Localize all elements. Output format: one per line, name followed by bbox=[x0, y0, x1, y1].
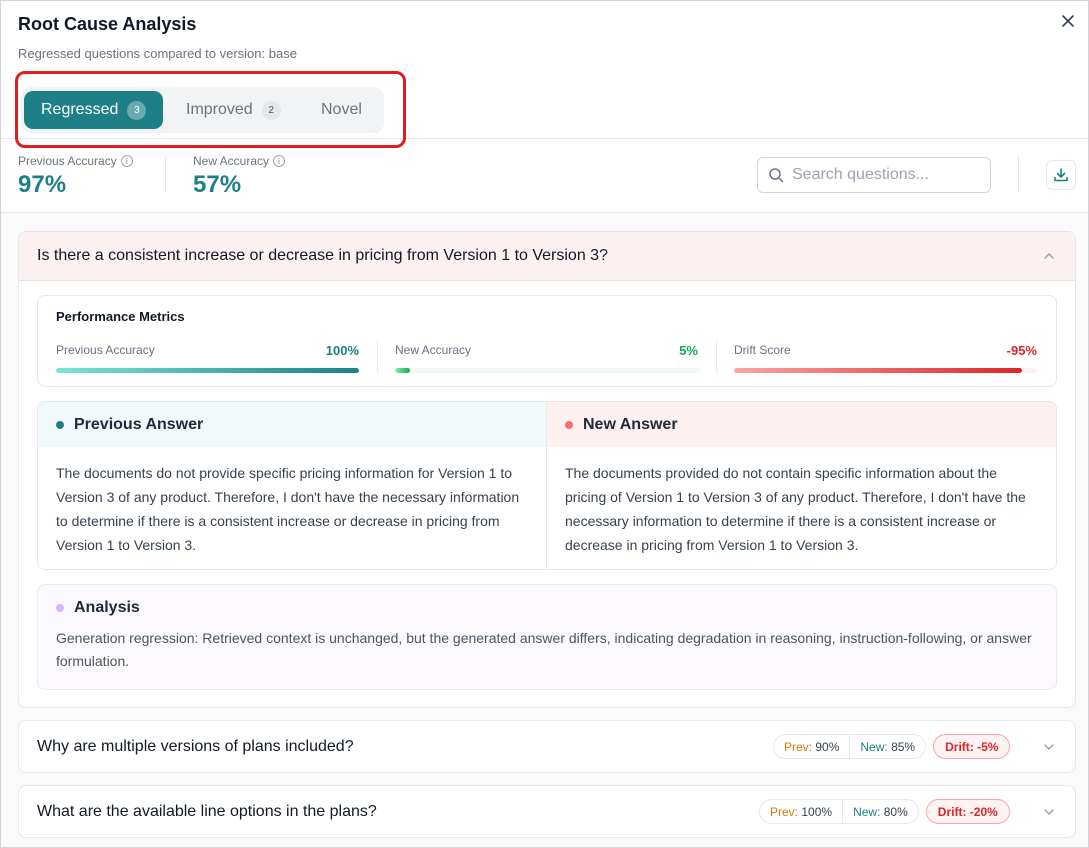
metric-bar bbox=[395, 368, 698, 373]
prev-badge-label: Prev: bbox=[770, 804, 799, 819]
metric-value: 5% bbox=[679, 343, 698, 358]
search-box bbox=[757, 157, 991, 193]
info-icon[interactable]: i bbox=[273, 155, 286, 167]
download-icon bbox=[1054, 168, 1068, 182]
question-badges: Prev: 90% New: 85% Drift: -5% bbox=[773, 734, 1011, 759]
purple-dot-icon bbox=[56, 604, 64, 612]
metric-bar bbox=[734, 368, 1037, 373]
new-answer-panel: New Answer The documents provided do not… bbox=[547, 402, 1056, 569]
prev-badge-value: 100% bbox=[801, 804, 833, 819]
teal-dot-icon bbox=[56, 420, 64, 429]
tabs-highlight-box bbox=[15, 71, 406, 148]
question-card[interactable]: What are the available line options in t… bbox=[18, 785, 1076, 838]
metric-label: Previous Accuracy bbox=[56, 343, 155, 357]
previous-answer-text: The documents do not provide specific pr… bbox=[56, 465, 520, 553]
new-answer-header: New Answer bbox=[547, 402, 1056, 447]
new-accuracy-label: New Accuracy bbox=[193, 154, 270, 168]
previous-accuracy-stat: Previous Accuracy i 97% bbox=[18, 154, 133, 199]
close-button[interactable] bbox=[1058, 11, 1078, 31]
info-icon[interactable]: i bbox=[120, 155, 133, 167]
question-list: Is there a consistent increase or decrea… bbox=[1, 213, 1088, 847]
question-header[interactable]: Is there a consistent increase or decrea… bbox=[19, 232, 1075, 281]
answers-comparison: Previous Answer The documents do not pro… bbox=[37, 401, 1057, 570]
metric-value: -95% bbox=[1006, 343, 1037, 358]
metric-value: 100% bbox=[325, 343, 359, 358]
metric-bar-fill bbox=[734, 368, 1022, 373]
metric-bar-fill bbox=[395, 368, 411, 373]
previous-answer-title: Previous Answer bbox=[74, 415, 204, 433]
metric-divider bbox=[377, 341, 378, 373]
chevron-down-icon bbox=[1044, 743, 1054, 750]
modal-subtitle: Regressed questions compared to version:… bbox=[18, 46, 297, 61]
drift-badge: Drift: -5% bbox=[933, 734, 1011, 759]
new-badge: New: 80% bbox=[843, 800, 918, 823]
analysis-header: Analysis bbox=[56, 599, 140, 617]
performance-metrics-title: Performance Metrics bbox=[56, 309, 185, 324]
analysis-text: Generation regression: Retrieved context… bbox=[56, 630, 1032, 669]
download-button[interactable] bbox=[1046, 160, 1076, 190]
metric-row: Drift Score -95% bbox=[734, 343, 1037, 358]
prev-badge: Prev: 100% bbox=[760, 800, 844, 823]
metric-bar-fill bbox=[56, 368, 359, 373]
metric-new-accuracy: New Accuracy 5% bbox=[395, 343, 698, 373]
prev-new-badge: Prev: 90% New: 85% bbox=[773, 734, 927, 759]
new-accuracy-value: 57% bbox=[193, 171, 242, 198]
previous-accuracy-value: 97% bbox=[18, 171, 67, 198]
search-input[interactable] bbox=[792, 166, 972, 184]
new-badge-value: 80% bbox=[883, 804, 908, 819]
new-accuracy-stat: New Accuracy i 57% bbox=[193, 154, 286, 199]
prev-badge-value: 90% bbox=[815, 739, 840, 754]
chevron-up-icon bbox=[1044, 253, 1054, 259]
toolbar-divider bbox=[1018, 156, 1019, 192]
root-cause-analysis-modal: Root Cause Analysis Regressed questions … bbox=[0, 0, 1089, 848]
accuracy-stats-bar: Previous Accuracy i 97% New Accuracy i 5… bbox=[1, 139, 1088, 213]
prev-badge: Prev: 90% bbox=[774, 735, 851, 758]
modal-header: Root Cause Analysis Regressed questions … bbox=[1, 1, 1088, 148]
question-text: Why are multiple versions of plans inclu… bbox=[37, 737, 354, 755]
close-icon bbox=[1062, 15, 1074, 27]
metric-bar bbox=[56, 368, 359, 373]
search-icon bbox=[769, 168, 784, 183]
question-badges: Prev: 100% New: 80% Drift: -20% bbox=[759, 799, 1010, 824]
prev-new-badge: Prev: 100% New: 80% bbox=[759, 799, 919, 824]
new-accuracy-label-row: New Accuracy i bbox=[193, 154, 286, 168]
previous-accuracy-label: Previous Accuracy bbox=[18, 154, 117, 168]
metric-row: Previous Accuracy 100% bbox=[56, 343, 359, 358]
new-answer-title: New Answer bbox=[583, 415, 678, 433]
previous-accuracy-label-row: Previous Accuracy i bbox=[18, 154, 133, 168]
red-dot-icon bbox=[565, 420, 573, 429]
drift-badge-label: Drift: bbox=[937, 804, 967, 819]
analysis-panel: Analysis Generation regression: Retrieve… bbox=[37, 584, 1057, 690]
previous-answer-header: Previous Answer bbox=[38, 402, 546, 447]
metric-row: New Accuracy 5% bbox=[395, 343, 698, 358]
chevron-down-icon bbox=[1044, 808, 1054, 815]
previous-answer-panel: Previous Answer The documents do not pro… bbox=[38, 402, 547, 569]
new-answer-text: The documents provided do not contain sp… bbox=[565, 465, 1026, 553]
new-badge-value: 85% bbox=[891, 739, 916, 754]
new-badge-label: New: bbox=[860, 739, 888, 754]
metric-divider bbox=[716, 341, 717, 373]
stat-divider bbox=[165, 156, 166, 192]
new-badge-label: New: bbox=[853, 804, 881, 819]
performance-metrics-panel: Performance Metrics Previous Accuracy 10… bbox=[37, 295, 1057, 387]
prev-badge-label: Prev: bbox=[784, 739, 813, 754]
drift-badge-label: Drift: bbox=[945, 739, 974, 754]
metric-label: New Accuracy bbox=[395, 343, 472, 357]
drift-badge: Drift: -20% bbox=[925, 799, 1010, 824]
question-text: Is there a consistent increase or decrea… bbox=[37, 247, 608, 264]
drift-badge-value: -5% bbox=[977, 739, 999, 754]
modal-title: Root Cause Analysis bbox=[18, 14, 197, 34]
question-card-expanded: Is there a consistent increase or decrea… bbox=[18, 231, 1076, 708]
question-card[interactable]: Why are multiple versions of plans inclu… bbox=[18, 720, 1076, 773]
metric-drift-score: Drift Score -95% bbox=[734, 343, 1037, 373]
drift-badge-value: -20% bbox=[969, 804, 998, 819]
analysis-title: Analysis bbox=[74, 599, 140, 616]
metric-label: Drift Score bbox=[734, 343, 791, 357]
new-badge: New: 85% bbox=[850, 735, 925, 758]
metric-previous-accuracy: Previous Accuracy 100% bbox=[56, 343, 359, 373]
question-text: What are the available line options in t… bbox=[37, 802, 377, 820]
